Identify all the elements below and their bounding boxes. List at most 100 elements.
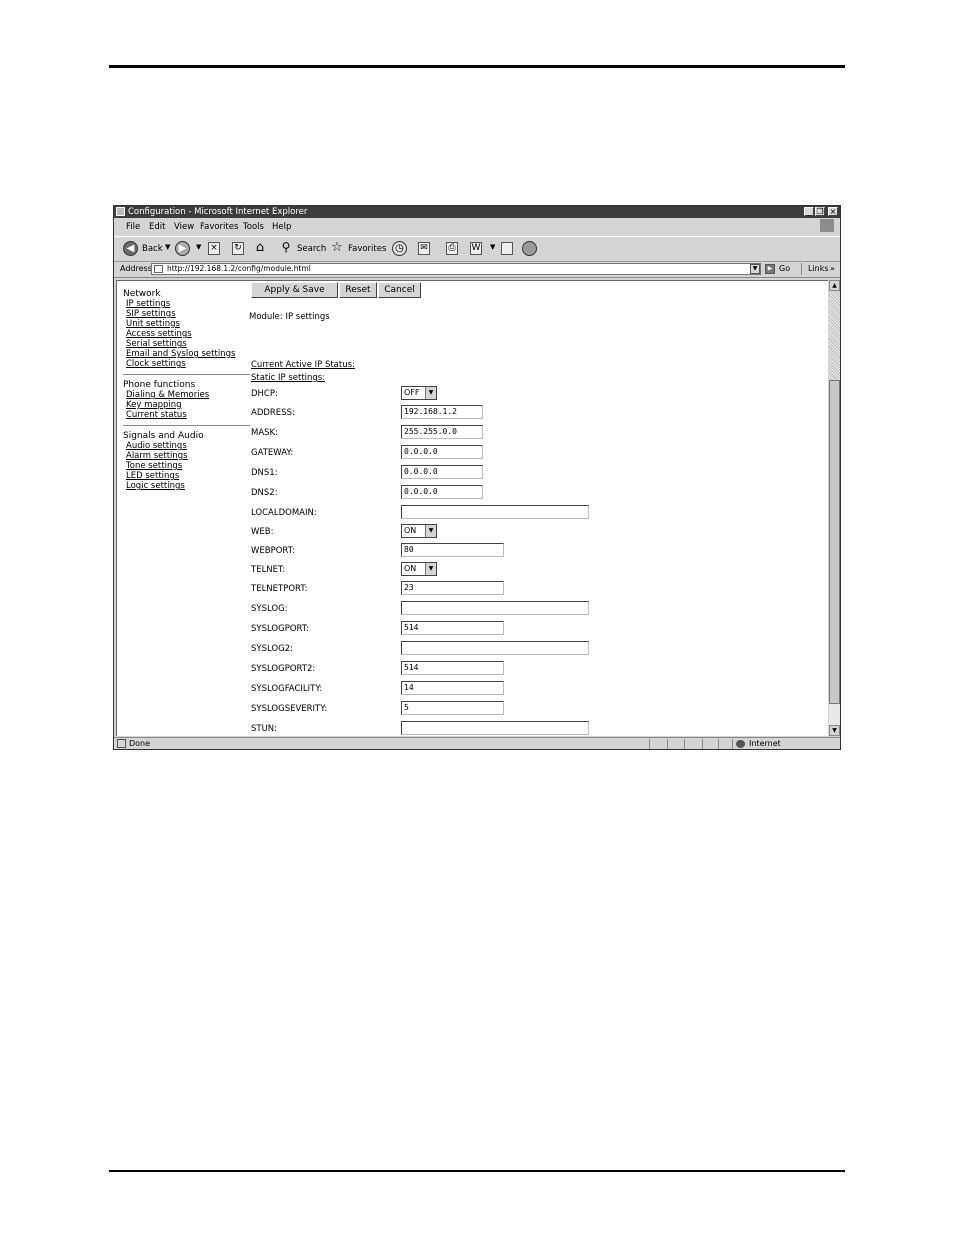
apply-save-button[interactable]: Apply & Save bbox=[251, 282, 338, 298]
scroll-up-icon[interactable]: ▲ bbox=[829, 280, 840, 291]
windows-logo-icon bbox=[820, 219, 834, 232]
menu-file[interactable]: File bbox=[126, 219, 140, 235]
syslogport-input[interactable]: 514 bbox=[401, 621, 504, 635]
dns2-input[interactable]: 0.0.0.0 bbox=[401, 485, 483, 499]
standard-toolbar: ◀ Back ▼ ▶ ▼ × ↻ ⌂ ⚲ Search ☆ Favorites … bbox=[114, 236, 840, 262]
telnet-label: TELNET: bbox=[251, 565, 286, 575]
forward-dropdown-icon[interactable]: ▼ bbox=[196, 243, 201, 251]
menu-help[interactable]: Help bbox=[272, 219, 291, 235]
reset-button[interactable]: Reset bbox=[339, 282, 377, 298]
gateway-input[interactable]: 0.0.0.0 bbox=[401, 445, 483, 459]
edit-dropdown-icon[interactable]: ▼ bbox=[490, 243, 495, 251]
nav-link-sip-settings[interactable]: SIP settings bbox=[126, 309, 176, 319]
dhcp-value: OFF bbox=[404, 388, 420, 397]
mask-input[interactable]: 255.255.0.0 bbox=[401, 425, 483, 439]
nav-link-ip-settings[interactable]: IP settings bbox=[126, 299, 170, 309]
nav-link-tone-settings[interactable]: Tone settings bbox=[126, 461, 182, 471]
localdomain-input[interactable] bbox=[401, 505, 589, 519]
title-bar: Configuration - Microsoft Internet Explo… bbox=[114, 206, 840, 218]
search-icon[interactable]: ⚲ bbox=[280, 241, 292, 255]
status-divider bbox=[667, 739, 668, 749]
address-dropdown-icon[interactable]: ▼ bbox=[750, 264, 760, 274]
mail-icon[interactable]: ✉ bbox=[418, 242, 430, 255]
cancel-button[interactable]: Cancel bbox=[378, 282, 421, 298]
links-button[interactable]: Links bbox=[808, 261, 829, 277]
nav-link-led-settings[interactable]: LED settings bbox=[126, 471, 179, 481]
page-viewport: Network IP settings SIP settings Unit se… bbox=[116, 280, 828, 736]
stop-icon[interactable]: × bbox=[208, 242, 220, 255]
stun-input[interactable] bbox=[401, 721, 589, 735]
address-field-label: ADDRESS: bbox=[251, 408, 295, 418]
go-button[interactable]: Go bbox=[779, 261, 790, 277]
ip-address-input[interactable]: 192.168.1.2 bbox=[401, 405, 483, 419]
back-icon[interactable]: ◀ bbox=[123, 241, 138, 256]
discuss-icon[interactable] bbox=[501, 242, 513, 255]
nav-link-serial-settings[interactable]: Serial settings bbox=[126, 339, 187, 349]
address-input[interactable]: http://192.168.1.2/config/module.html bbox=[151, 263, 761, 275]
nav-separator bbox=[123, 374, 250, 375]
nav-link-logic-settings[interactable]: Logic settings bbox=[126, 481, 185, 491]
history-icon[interactable]: ◷ bbox=[392, 241, 407, 256]
go-arrow-icon[interactable]: ▶ bbox=[765, 264, 775, 274]
menu-tools[interactable]: Tools bbox=[243, 219, 264, 235]
nav-link-access-settings[interactable]: Access settings bbox=[126, 329, 192, 339]
scroll-track[interactable] bbox=[829, 291, 840, 380]
dns2-label: DNS2: bbox=[251, 488, 278, 498]
vertical-scrollbar[interactable]: ▲ ▼ bbox=[829, 280, 840, 736]
back-label[interactable]: Back bbox=[142, 244, 163, 254]
minimize-button[interactable]: _ bbox=[804, 207, 814, 216]
print-icon[interactable]: ⎙ bbox=[446, 242, 458, 255]
refresh-icon[interactable]: ↻ bbox=[232, 242, 244, 255]
chevron-right-icon[interactable]: » bbox=[830, 261, 835, 277]
menu-favorites[interactable]: Favorites bbox=[200, 219, 238, 235]
gateway-label: GATEWAY: bbox=[251, 448, 294, 458]
nav-link-key-mapping[interactable]: Key mapping bbox=[126, 400, 182, 410]
webport-input[interactable]: 80 bbox=[401, 543, 504, 557]
favorites-star-icon[interactable]: ☆ bbox=[331, 241, 343, 255]
close-button[interactable]: × bbox=[828, 207, 838, 216]
favorites-label[interactable]: Favorites bbox=[348, 244, 386, 254]
forward-icon[interactable]: ▶ bbox=[175, 241, 190, 256]
nav-link-unit-settings[interactable]: Unit settings bbox=[126, 319, 180, 329]
dhcp-select[interactable]: OFF ▼ bbox=[401, 386, 437, 400]
web-select[interactable]: ON ▼ bbox=[401, 524, 437, 538]
menu-view[interactable]: View bbox=[174, 219, 194, 235]
nav-link-email-syslog-settings[interactable]: Email and Syslog settings bbox=[126, 349, 235, 359]
dns1-label: DNS1: bbox=[251, 468, 278, 478]
nav-link-alarm-settings[interactable]: Alarm settings bbox=[126, 451, 188, 461]
dns1-input[interactable]: 0.0.0.0 bbox=[401, 465, 483, 479]
nav-link-audio-settings[interactable]: Audio settings bbox=[126, 441, 187, 451]
page-done-icon bbox=[117, 739, 126, 748]
status-divider bbox=[718, 739, 719, 749]
chevron-down-icon: ▼ bbox=[425, 387, 436, 399]
address-url: http://192.168.1.2/config/module.html bbox=[167, 264, 311, 273]
current-ip-status-link[interactable]: Current Active IP Status: bbox=[251, 360, 355, 370]
syslogport2-input[interactable]: 514 bbox=[401, 661, 504, 675]
web-value: ON bbox=[404, 526, 417, 535]
mask-label: MASK: bbox=[251, 428, 278, 438]
nav-link-dialing-memories[interactable]: Dialing & Memories bbox=[126, 390, 209, 400]
telnet-select[interactable]: ON ▼ bbox=[401, 562, 437, 576]
syslog2-input[interactable] bbox=[401, 641, 589, 655]
syslogseverity-input[interactable]: 5 bbox=[401, 701, 504, 715]
nav-link-current-status[interactable]: Current status bbox=[126, 410, 187, 420]
restore-button[interactable]: ❐ bbox=[815, 207, 825, 216]
syslogfacility-input[interactable]: 14 bbox=[401, 681, 504, 695]
syslogport2-label: SYSLOGPORT2: bbox=[251, 664, 316, 674]
menu-bar: File Edit View Favorites Tools Help bbox=[114, 219, 840, 235]
scroll-down-icon[interactable]: ▼ bbox=[829, 725, 840, 736]
status-text: Done bbox=[129, 739, 151, 748]
scroll-thumb[interactable] bbox=[829, 380, 840, 704]
chevron-down-icon: ▼ bbox=[425, 525, 436, 537]
telnetport-input[interactable]: 23 bbox=[401, 581, 504, 595]
nav-link-clock-settings[interactable]: Clock settings bbox=[126, 359, 186, 369]
search-label[interactable]: Search bbox=[297, 244, 326, 254]
messenger-icon[interactable] bbox=[522, 241, 537, 256]
home-icon[interactable]: ⌂ bbox=[254, 241, 266, 255]
syslog-input[interactable] bbox=[401, 601, 589, 615]
menu-edit[interactable]: Edit bbox=[149, 219, 165, 235]
back-dropdown-icon[interactable]: ▼ bbox=[165, 243, 170, 251]
zone-text: Internet bbox=[749, 739, 781, 748]
edit-icon[interactable]: W bbox=[470, 242, 482, 255]
web-label: WEB: bbox=[251, 527, 274, 537]
